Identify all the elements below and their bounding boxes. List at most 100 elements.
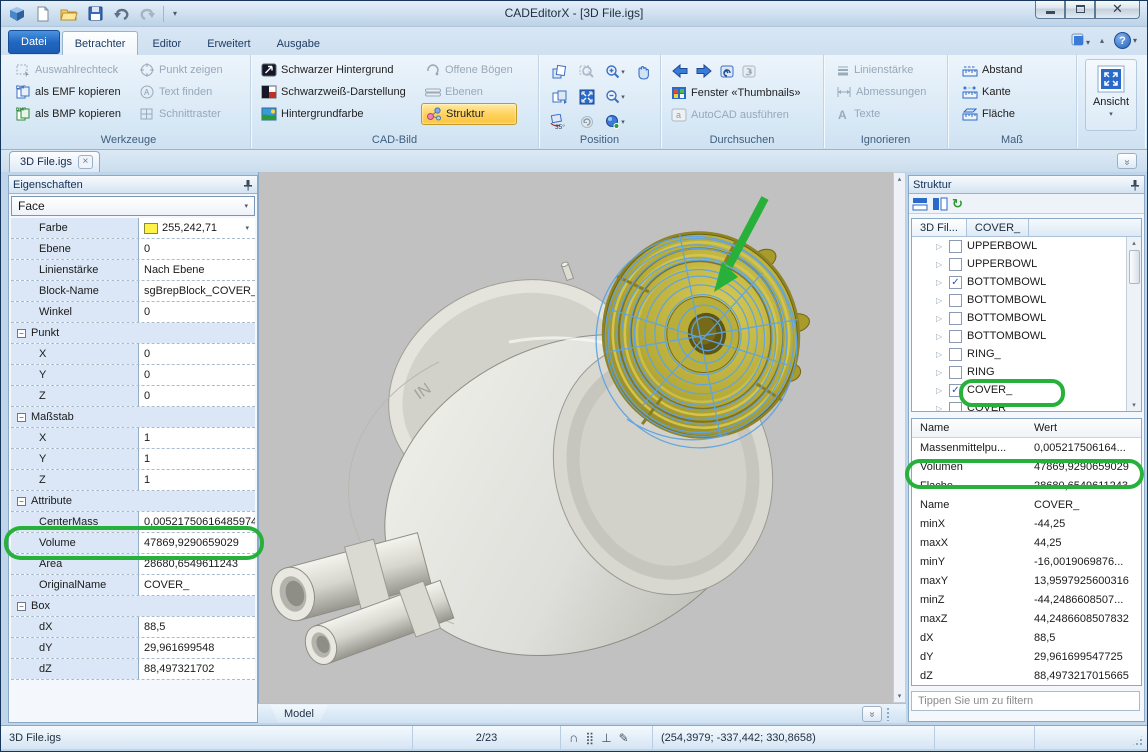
collapse-ribbon-button[interactable]: ▴ [1100, 36, 1104, 45]
tree-scrollbar[interactable]: ▴ ▾ [1126, 237, 1141, 411]
tree-item[interactable]: ▷BOTTOMBOWL [912, 309, 1141, 327]
tree-tab-cover[interactable]: COVER_ [967, 219, 1029, 236]
layout-list-chevron-button[interactable]: » [862, 706, 882, 722]
document-close-icon[interactable]: × [78, 155, 93, 169]
property-row[interactable]: dX88,5 [11, 617, 255, 638]
checkbox-checked[interactable]: ✓ [949, 276, 962, 289]
checkbox[interactable] [949, 312, 962, 325]
property-group-massstab[interactable]: −Maßstab [11, 407, 255, 428]
fit-extents-button[interactable] [574, 85, 600, 108]
expand-icon[interactable]: ▷ [936, 260, 944, 269]
scrollbar-thumb[interactable] [1129, 250, 1140, 284]
tree-item[interactable]: ▷RING [912, 363, 1141, 381]
property-row[interactable]: Y0 [11, 365, 255, 386]
help-button[interactable]: ? ▾ [1114, 32, 1137, 49]
checkbox[interactable] [949, 366, 962, 379]
property-row[interactable]: Z0 [11, 386, 255, 407]
zoom-out-button[interactable]: ▾ [602, 85, 628, 108]
visual-style-button[interactable]: ▾ [602, 110, 628, 133]
tree-item[interactable]: ▷UPPERBOWL [912, 255, 1141, 273]
ortho-icon[interactable]: ⊥ [601, 731, 611, 745]
property-row[interactable]: dZ88,497321702 [11, 659, 255, 680]
ansicht-button[interactable]: Ansicht ▾ [1085, 59, 1137, 131]
property-row[interactable]: Y1 [11, 449, 255, 470]
checkbox[interactable] [949, 240, 962, 253]
property-row[interactable]: Z1 [11, 470, 255, 491]
schwarzweiss-darstellung-button[interactable]: Schwarzweiß-Darstellung [257, 81, 421, 103]
nav-back-button[interactable] [671, 64, 689, 78]
maximize-button[interactable] [1065, 0, 1095, 19]
schwarzer-hintergrund-button[interactable]: Schwarzer Hintergrund [257, 59, 421, 81]
pin-icon[interactable] [1130, 179, 1140, 191]
expand-icon[interactable]: ▷ [936, 386, 944, 395]
tab-betrachter[interactable]: Betrachter [62, 31, 139, 55]
tree-item[interactable]: ▷✓BOTTOMBOWL [912, 273, 1141, 291]
hintergrundfarbe-button[interactable]: Hintergrundfarbe [257, 103, 421, 125]
als-bmp-kopieren-button[interactable]: BMP als BMP kopieren [11, 103, 135, 125]
property-row[interactable]: X1 [11, 428, 255, 449]
als-emf-kopieren-button[interactable]: EMF als EMF kopieren [11, 81, 135, 103]
tree-item[interactable]: ▷COVER [912, 399, 1141, 412]
tree-item[interactable]: ▷RING_ [912, 345, 1141, 363]
property-group-punkt[interactable]: −Punkt [11, 323, 255, 344]
expand-icon[interactable]: ▷ [936, 278, 944, 287]
property-row[interactable]: OriginalNameCOVER_ [11, 575, 255, 596]
expand-icon[interactable]: ▷ [936, 332, 944, 341]
checkbox[interactable] [949, 402, 962, 413]
checkbox[interactable] [949, 294, 962, 307]
kante-button[interactable]: Kante [958, 81, 1076, 103]
tab-erweitert[interactable]: Erweitert [195, 33, 262, 55]
checkbox-checked[interactable]: ✓ [949, 384, 962, 397]
expand-icon[interactable]: ▷ [936, 296, 944, 305]
close-button[interactable]: ✕ [1095, 0, 1140, 19]
rotate-view-button[interactable] [546, 60, 572, 83]
tree-item[interactable]: ▷UPPERBOWL [912, 237, 1141, 255]
scroll-up-icon[interactable]: ▴ [1132, 239, 1136, 247]
checkbox[interactable] [949, 330, 962, 343]
scroll-up-icon[interactable]: ▴ [898, 175, 902, 183]
property-row-volume[interactable]: Volume47869,9290659029 [11, 533, 255, 554]
property-group-box[interactable]: −Box [11, 596, 255, 617]
tab-ausgabe[interactable]: Ausgabe [265, 33, 332, 55]
collapse-icon[interactable]: − [17, 413, 26, 422]
expand-icon[interactable]: ▷ [936, 368, 944, 377]
grid-icon[interactable]: ⣿ [585, 731, 594, 745]
refresh-icon[interactable]: ↻ [952, 196, 963, 212]
checkbox[interactable] [949, 348, 962, 361]
property-row[interactable]: CenterMass0,00521750616485974 [11, 512, 255, 533]
property-row[interactable]: Block-NamesgBrepBlock_COVER__ [11, 281, 255, 302]
nav-return-button[interactable] [719, 64, 735, 79]
viewport-vertical-scrollbar[interactable]: ▴ ▾ [893, 172, 906, 703]
property-row[interactable]: Area28680,6549611243 [11, 554, 255, 575]
tree-item-cover[interactable]: ▷✓COVER_ [912, 381, 1141, 399]
split-vertical-icon[interactable] [932, 197, 948, 211]
property-row[interactable]: Winkel0 [11, 302, 255, 323]
collapse-icon[interactable]: − [17, 497, 26, 506]
fenster-thumbnails-button[interactable]: Fenster «Thumbnails» [667, 82, 823, 104]
property-row[interactable]: X0 [11, 344, 255, 365]
style-switch-button[interactable]: ▾ [1071, 33, 1090, 49]
tab-editor[interactable]: Editor [140, 33, 193, 55]
entity-type-select[interactable]: Face ▾ [11, 196, 255, 216]
property-row[interactable]: Ebene0 [11, 239, 255, 260]
viewport-canvas[interactable]: IN [258, 172, 893, 703]
tree-item[interactable]: ▷BOTTOMBOWL [912, 291, 1141, 309]
tree-tab-file[interactable]: 3D Fil... [912, 219, 967, 236]
abstand-button[interactable]: Abstand [958, 59, 1076, 81]
flaeche-button[interactable]: Fläche [958, 103, 1076, 125]
filter-input[interactable] [911, 691, 1140, 711]
copy-view-button[interactable] [546, 85, 572, 108]
pin-icon[interactable] [243, 179, 253, 191]
nav-forward-button[interactable] [695, 64, 713, 78]
model-tab[interactable]: Model [270, 705, 328, 723]
tree-item[interactable]: ▷BOTTOMBOWL [912, 327, 1141, 345]
splitter-grip[interactable] [886, 707, 890, 721]
rotate-35-button[interactable]: 35° [546, 110, 572, 133]
snap-magnet-icon[interactable]: ∩ [569, 730, 578, 745]
split-horizontal-icon[interactable] [912, 197, 928, 211]
minimize-button[interactable] [1035, 0, 1065, 19]
scroll-down-icon[interactable]: ▾ [1132, 401, 1136, 409]
pan-button[interactable] [630, 60, 656, 83]
expand-icon[interactable]: ▷ [936, 404, 944, 413]
tab-list-chevron-button[interactable]: » [1117, 153, 1137, 169]
